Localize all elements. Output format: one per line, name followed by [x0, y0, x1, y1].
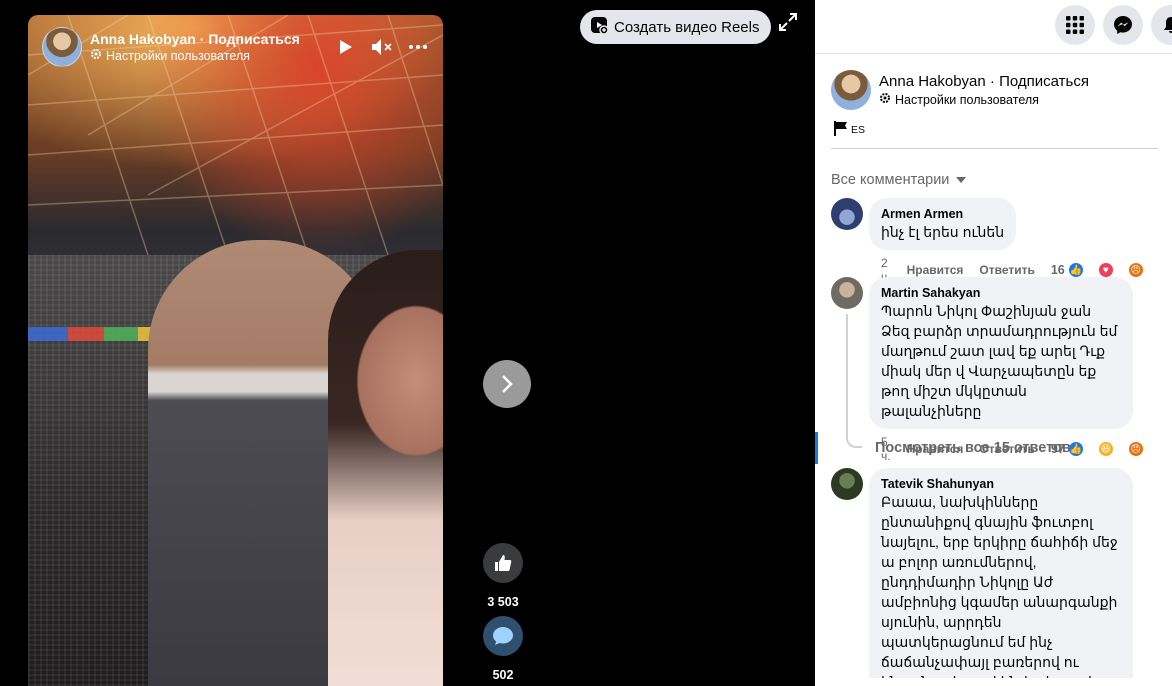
post-author-avatar[interactable]	[831, 70, 871, 110]
comment-bubble-icon	[493, 627, 513, 645]
messenger-button[interactable]	[1103, 5, 1143, 45]
language-flag[interactable]: ES	[833, 120, 865, 136]
mute-icon[interactable]	[371, 36, 393, 58]
expand-icon[interactable]	[778, 12, 800, 34]
reel-video[interactable]: Anna Hakobyan · Подписаться Настройки по…	[28, 15, 443, 686]
grid-menu-icon	[1066, 16, 1084, 34]
chevron-right-icon	[502, 375, 513, 393]
view-replies-link[interactable]: Посмотреть все 15 ответов	[875, 440, 1071, 456]
comment-text: ինչ էլ երես ունեն	[881, 224, 1005, 240]
post-header: Anna Hakobyan · Подписаться Настройки по…	[831, 70, 1089, 110]
comment-text: Պարոն Նիկոլ Փաշինյան ջան Ձեզ բարձր տրամա…	[881, 303, 1118, 419]
reply-thread-line	[846, 314, 862, 448]
comments-panel: Anna Hakobyan · Подписаться Настройки по…	[815, 0, 1172, 686]
next-reel-button[interactable]	[483, 360, 531, 408]
reels-icon	[590, 16, 609, 38]
divider	[831, 148, 1158, 149]
comment-body: Armen Armen ինչ էլ երես ունեն 2 ч. Нрави…	[869, 198, 1169, 284]
comment-sort-dropdown[interactable]: Все комментарии	[831, 172, 967, 188]
video-header: Anna Hakobyan · Подписаться Настройки по…	[42, 27, 429, 67]
commenter-name[interactable]: Armen Armen	[881, 206, 1004, 222]
video-settings-label: Настройки пользователя	[106, 49, 250, 63]
reply-button[interactable]: Ответить	[979, 263, 1034, 277]
person-woman	[328, 250, 443, 686]
menu-button[interactable]	[1055, 5, 1095, 45]
focus-indicator	[815, 432, 818, 464]
like-button[interactable]	[483, 543, 523, 583]
comment-bubble: Armen Armen ինչ էլ երես ունեն	[869, 198, 1017, 250]
comment-bubble: Martin Sahakyan Պարոն Նիկոլ Փաշինյան ջան…	[869, 277, 1133, 429]
comment-sort-label: Все комментарии	[831, 172, 950, 188]
gear-icon	[90, 48, 102, 64]
commenter-avatar[interactable]	[831, 277, 863, 309]
create-reels-button[interactable]: Создать видео Reels	[580, 10, 772, 44]
flag-label: ES	[851, 124, 866, 136]
video-author-name[interactable]: Anna Hakobyan · Подписаться	[90, 30, 300, 48]
thumbs-up-icon	[495, 555, 512, 571]
bell-icon	[1164, 17, 1172, 33]
comment-count: 502	[492, 668, 514, 682]
commenter-avatar[interactable]	[831, 468, 863, 500]
comment-item: Tatevik Shahunyan Բաաա, նախկինները ընտան…	[831, 468, 1171, 678]
comment-text: Բաաա, նախկինները ընտանիքով գնային ֆուտբո…	[881, 494, 1118, 678]
post-settings-label: Настройки пользователя	[895, 93, 1039, 107]
post-settings[interactable]: Настройки пользователя	[879, 92, 1089, 108]
commenter-name[interactable]: Tatevik Shahunyan	[881, 476, 1121, 492]
top-bar	[815, 0, 1172, 54]
haha-reaction-icon: 😆	[1096, 440, 1115, 458]
reel-stage: Anna Hakobyan · Подписаться Настройки по…	[0, 0, 815, 686]
comment-bubble: Tatevik Shahunyan Բաաա, նախկինները ընտան…	[869, 468, 1133, 678]
commenter-name[interactable]: Martin Sahakyan	[881, 285, 1121, 301]
gear-icon	[879, 92, 891, 108]
commenter-avatar[interactable]	[831, 198, 863, 230]
comment-item: Armen Armen ինչ էլ երես ունեն 2 ч. Нрави…	[831, 198, 1169, 284]
comment-body: Tatevik Shahunyan Բաաա, նախկինները ընտան…	[869, 468, 1171, 678]
create-reels-label: Создать видео Reels	[614, 18, 760, 36]
video-controls	[335, 36, 429, 58]
like-action: 3 503	[483, 543, 523, 609]
messenger-icon	[1114, 16, 1132, 34]
comment-item: Martin Sahakyan Պարոն Նիկոլ Փաշինյան ջան…	[831, 277, 1171, 463]
play-icon[interactable]	[335, 36, 357, 58]
video-author-block: Anna Hakobyan · Подписаться Настройки по…	[90, 30, 300, 64]
comment-button[interactable]	[483, 616, 523, 656]
comment-action: 502	[483, 616, 523, 682]
chevron-down-icon	[956, 177, 967, 183]
flag-icon	[834, 121, 847, 136]
notifications-button[interactable]	[1151, 5, 1172, 45]
author-avatar[interactable]	[42, 27, 82, 67]
comment-body: Martin Sahakyan Պարոն Նիկոլ Փաշինյան ջան…	[869, 277, 1171, 463]
more-options-icon[interactable]	[407, 36, 429, 58]
angry-reaction-icon: 😠	[1126, 440, 1145, 458]
like-comment-button[interactable]: Нравится	[907, 263, 964, 277]
post-author-block: Anna Hakobyan · Подписаться Настройки по…	[879, 72, 1089, 108]
reaction-count: 16	[1050, 263, 1065, 277]
post-author-name[interactable]: Anna Hakobyan · Подписаться	[879, 72, 1089, 92]
video-settings[interactable]: Настройки пользователя	[90, 48, 300, 64]
like-count: 3 503	[487, 595, 519, 609]
